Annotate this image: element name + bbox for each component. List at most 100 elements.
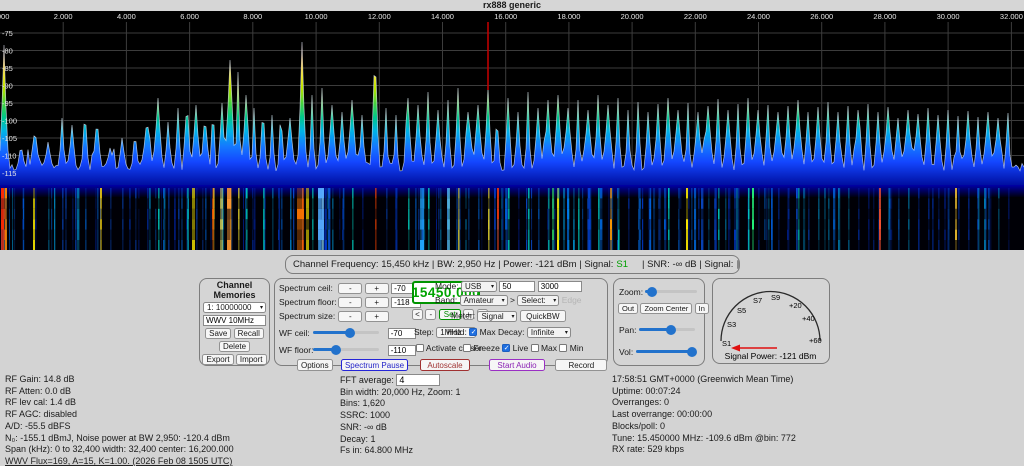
spectrum-ceil-minus-button[interactable]: - bbox=[338, 283, 362, 294]
svg-text:-105: -105 bbox=[2, 134, 17, 143]
spectrum-size-minus-button[interactable]: - bbox=[338, 311, 362, 322]
mode-select[interactable]: USB▾ bbox=[461, 281, 497, 292]
import-button[interactable]: Import bbox=[236, 354, 267, 365]
zoom-slider[interactable] bbox=[645, 290, 697, 293]
zoom-label: Zoom: bbox=[619, 287, 643, 297]
stat-line: Uptime: 00:07:24 bbox=[612, 386, 796, 398]
volume-slider-thumb[interactable] bbox=[687, 347, 697, 357]
freeze-label: Freeze bbox=[473, 343, 499, 353]
freeze-checkbox[interactable] bbox=[463, 344, 471, 352]
spectrum-ceil-label: Spectrum ceil: bbox=[279, 283, 336, 293]
spectrum-display[interactable]: 0.0002.0004.0006.0008.00010.00012.00014.… bbox=[0, 11, 1024, 185]
control-bar: Channel Frequency: 15,450 kHz | BW: 2,95… bbox=[0, 250, 1024, 372]
filter-high-input[interactable] bbox=[538, 281, 582, 292]
spectrum-size-label: Spectrum size: bbox=[279, 311, 336, 321]
wf-ceil-slider[interactable] bbox=[313, 331, 379, 334]
memory-label-input[interactable] bbox=[203, 315, 266, 326]
spectrum-floor-plus-button[interactable]: + bbox=[365, 297, 389, 308]
band-select[interactable]: Amateur▾ bbox=[460, 295, 508, 306]
export-button[interactable]: Export bbox=[202, 354, 233, 365]
spectrum-size-row: Spectrum size: - + bbox=[279, 311, 389, 322]
svg-text:-85: -85 bbox=[2, 64, 13, 73]
svg-text:-75: -75 bbox=[2, 29, 13, 38]
meter-scale-s7: S7 bbox=[753, 296, 762, 305]
zoom-in-button[interactable]: In bbox=[695, 303, 709, 314]
wf-floor-slider[interactable] bbox=[313, 348, 379, 351]
spectrum-size-plus-button[interactable]: + bbox=[365, 311, 389, 322]
zoom-out-button[interactable]: Out bbox=[618, 303, 638, 314]
chevron-down-icon: ▾ bbox=[491, 283, 494, 290]
edge-button-disabled: Edge bbox=[562, 295, 582, 305]
zoom-pan-vol-panel: Zoom: Out Zoom Center In Pan: Vol: bbox=[613, 278, 705, 366]
tune-left-button[interactable]: < bbox=[412, 309, 423, 320]
zoom-slider-thumb[interactable] bbox=[647, 287, 657, 297]
svg-text:26.000: 26.000 bbox=[810, 12, 833, 21]
spectrum-ceil-row: Spectrum ceil: - + bbox=[279, 283, 421, 294]
max-decay-select[interactable]: Infinite▾ bbox=[527, 327, 571, 338]
activate-cursor-checkbox[interactable] bbox=[416, 344, 424, 352]
signal-s-units: S1 bbox=[616, 259, 628, 270]
start-audio-button[interactable]: Start Audio bbox=[489, 359, 545, 371]
signal-level-fill bbox=[738, 261, 739, 268]
meter-label: Meter: bbox=[451, 311, 475, 321]
save-button[interactable]: Save bbox=[205, 328, 231, 339]
mode-label: Mode: bbox=[435, 281, 459, 291]
wwv-flux-link[interactable]: WWV Flux=169, A=15, K=1.00. (2026 Feb 08… bbox=[5, 456, 234, 466]
max-checkbox[interactable] bbox=[531, 344, 539, 352]
autoscale-button[interactable]: Autoscale bbox=[420, 359, 470, 371]
chevron-down-icon: ▾ bbox=[565, 329, 568, 336]
quickbw-button[interactable]: QuickBW bbox=[520, 310, 566, 322]
recall-button[interactable]: Recall bbox=[234, 328, 264, 339]
max-label: Max bbox=[541, 343, 557, 353]
options-button[interactable]: Options bbox=[297, 359, 333, 371]
svg-text:32.000: 32.000 bbox=[1000, 12, 1023, 21]
delete-button[interactable]: Delete bbox=[219, 341, 250, 352]
fft-average-label: FFT average: bbox=[340, 375, 394, 385]
record-button[interactable]: Record bbox=[555, 359, 607, 371]
svg-text:24.000: 24.000 bbox=[747, 12, 770, 21]
chevron-down-icon: ▾ bbox=[260, 304, 263, 311]
stat-line: SNR: -∞ dB bbox=[340, 422, 461, 434]
meter-reading: Signal Power: -121 dBm bbox=[725, 351, 817, 361]
band-segment-select[interactable]: Select:▾ bbox=[517, 295, 559, 306]
hold-checkbox[interactable] bbox=[469, 328, 477, 336]
pan-slider-thumb[interactable] bbox=[666, 325, 676, 335]
svg-text:-80: -80 bbox=[2, 47, 13, 56]
spectrum-pause-button[interactable]: Spectrum Pause bbox=[341, 359, 408, 371]
filter-low-input[interactable] bbox=[499, 281, 535, 292]
svg-text:8.000: 8.000 bbox=[243, 12, 262, 21]
meter-scale-s5: S5 bbox=[737, 306, 746, 315]
fft-average-input[interactable] bbox=[396, 374, 440, 386]
svg-text:30.000: 30.000 bbox=[937, 12, 960, 21]
stat-line: A/D: -55.5 dBFS bbox=[5, 421, 234, 433]
band-separator: > bbox=[510, 295, 515, 305]
waterfall-display[interactable] bbox=[0, 185, 1024, 250]
wf-ceil-value[interactable] bbox=[388, 328, 416, 339]
channel-status-bar: Channel Frequency: 15,450 kHz | BW: 2,95… bbox=[285, 255, 740, 274]
stats-right-column: 17:58:51 GMT+0000 (Greenwich Mean Time)U… bbox=[612, 374, 796, 456]
meter-select[interactable]: Signal▾ bbox=[477, 311, 517, 322]
stat-line: Fs in: 64.800 MHz bbox=[340, 445, 461, 457]
memory-select[interactable]: 1: 10000000▾ bbox=[203, 302, 266, 313]
stat-line: Blocks/poll: 0 bbox=[612, 421, 796, 433]
zoom-center-button[interactable]: Zoom Center bbox=[640, 303, 692, 314]
meter-scale-p20: +20 bbox=[789, 301, 802, 310]
live-checkbox[interactable] bbox=[502, 344, 510, 352]
min-checkbox[interactable] bbox=[559, 344, 567, 352]
stat-line: RX rate: 529 kbps bbox=[612, 444, 796, 456]
vol-label: Vol: bbox=[619, 347, 633, 357]
max-decay-label: Max Decay: bbox=[480, 327, 525, 337]
volume-slider[interactable] bbox=[636, 350, 694, 353]
pan-slider[interactable] bbox=[639, 328, 695, 331]
wf-ceil-slider-thumb[interactable] bbox=[345, 328, 355, 338]
spectrum-floor-minus-button[interactable]: - bbox=[338, 297, 362, 308]
tune-minus-button[interactable]: - bbox=[425, 309, 436, 320]
svg-text:-100: -100 bbox=[2, 117, 17, 126]
spectrum-ceil-plus-button[interactable]: + bbox=[365, 283, 389, 294]
meter-scale-s1: S1 bbox=[722, 339, 731, 348]
meter-scale-s9: S9 bbox=[771, 293, 780, 302]
stat-line: RF Gain: 14.8 dB bbox=[5, 374, 234, 386]
chevron-down-icon: ▾ bbox=[502, 297, 505, 304]
stat-line: Last overrange: 00:00:00 bbox=[612, 409, 796, 421]
channel-memories-panel: Channel Memories 1: 10000000▾ Save Recal… bbox=[199, 278, 270, 366]
